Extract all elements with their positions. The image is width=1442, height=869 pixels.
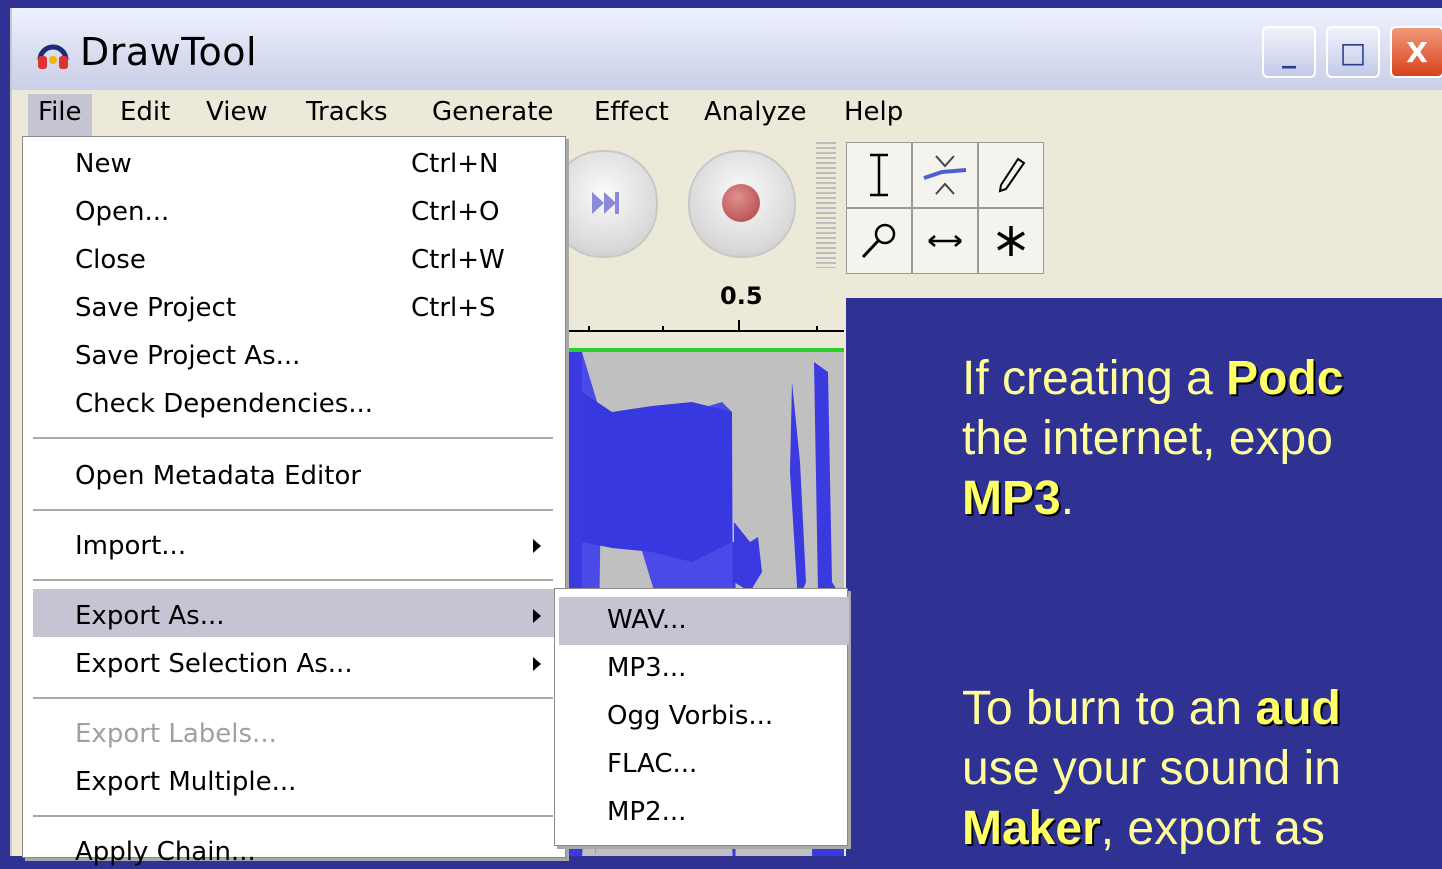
multi-tool-button[interactable] [978,208,1044,274]
menu-generate[interactable]: Generate [422,94,563,136]
menu-separator [33,437,553,440]
maximize-button[interactable]: □ [1326,26,1380,78]
record-button[interactable] [688,150,796,258]
menu-item-check-dependencies[interactable]: Check Dependencies... [75,387,373,421]
menu-separator [33,579,553,582]
menu-separator [33,697,553,700]
ruler-tick [588,326,590,332]
submenu-arrow-icon [533,609,541,623]
slide-bold-run: aud [1255,682,1341,735]
headphones-app-icon [37,44,69,69]
ruler-tick [816,326,818,332]
submenu-arrow-icon [533,539,541,553]
menu-item-export-multiple[interactable]: Export Multiple... [75,765,296,799]
menu-item-new[interactable]: New [75,147,132,181]
menu-item-open-metadata-editor[interactable]: Open Metadata Editor [75,459,361,493]
slide-bold-run: MP3 [962,472,1061,525]
file-menu-dropdown: New Ctrl+N Open... Ctrl+O Close Ctrl+W S… [22,136,566,867]
menu-item-import[interactable]: Import... [75,529,186,563]
export-as-submenu: WAV... MP3... Ogg Vorbis... FLAC... MP2.… [554,588,849,846]
zoom-tool-button[interactable] [846,208,912,274]
menu-item-save-project-as[interactable]: Save Project As... [75,339,300,373]
slide-line-5: use your sound in [962,742,1341,795]
envelope-icon [923,155,967,195]
slide-line-3: MP3. [962,470,1074,528]
wav-highlight [559,597,849,645]
shortcut-save-project: Ctrl+S [411,293,496,323]
submenu-item-mp3[interactable]: MP3... [607,651,686,685]
menu-item-open[interactable]: Open... [75,195,169,229]
draw-tool-button[interactable] [978,142,1044,208]
slide-text-run: To burn to an [962,682,1256,735]
selection-icon [870,153,888,197]
ruler-baseline [562,330,844,332]
menu-help[interactable]: Help [834,94,913,136]
slide-text-run: , export as [1100,802,1325,855]
slide-bold-run: Podc [1226,352,1344,405]
menu-edit[interactable]: Edit [110,94,180,136]
transport-toolbar [550,138,844,276]
slide-text-run: . [1060,472,1075,525]
magnifier-icon [861,223,896,259]
minimize-icon: _ [1282,35,1296,69]
menu-item-export-labels-disabled: Export Labels... [75,719,277,749]
menu-separator [33,509,553,512]
slide-line-6: Maker, export as [962,800,1325,858]
menu-item-export-as[interactable]: Export As... [75,599,225,633]
menu-separator [33,815,553,818]
menu-file[interactable]: File [28,94,92,136]
window-title: DrawTool [80,30,258,74]
shortcut-close: Ctrl+W [411,245,505,275]
ruler-tick-label: 0.5 [720,282,763,310]
slide-text-run: If creating a [962,352,1227,405]
toolbar-grip[interactable] [816,142,836,268]
slide-line-4: To burn to an aud [962,680,1341,738]
timeline-ruler[interactable]: 0.5 [562,276,844,346]
minimize-button[interactable]: _ [1262,26,1316,78]
submenu-item-mp2[interactable]: MP2... [607,795,686,829]
slide-line-2: the internet, expo [962,412,1333,465]
submenu-arrow-icon [533,657,541,671]
envelope-tool-button[interactable] [912,142,978,208]
menu-item-close[interactable]: Close [75,243,146,277]
maximize-icon: □ [1339,35,1367,69]
skip-to-end-button[interactable] [550,150,658,258]
tools-toolbar [844,138,1442,298]
menu-item-export-selection-as[interactable]: Export Selection As... [75,647,353,681]
menu-effect[interactable]: Effect [584,94,679,136]
menu-tracks[interactable]: Tracks [296,94,398,136]
timeshift-tool-button[interactable] [912,208,978,274]
menu-analyze[interactable]: Analyze [694,94,816,136]
close-icon: X [1406,35,1428,69]
ruler-tick [662,326,664,332]
submenu-item-flac[interactable]: FLAC... [607,747,697,781]
shortcut-new: Ctrl+N [411,149,499,179]
menu-view[interactable]: View [196,94,278,136]
menu-item-apply-chain[interactable]: Apply Chain... [75,835,256,869]
skip-end-icon [592,192,619,214]
record-icon [722,184,760,222]
selection-tool-button[interactable] [846,142,912,208]
menu-bar-right [844,90,1442,138]
multi-tool-icon [997,226,1025,256]
menu-item-save-project[interactable]: Save Project [75,291,236,325]
title-bar[interactable]: DrawTool [12,8,846,90]
shortcut-open: Ctrl+O [411,197,500,227]
submenu-item-wav[interactable]: WAV... [607,603,687,637]
ruler-tick [738,320,740,332]
submenu-item-ogg-vorbis[interactable]: Ogg Vorbis... [607,699,773,733]
pencil-icon [998,157,1026,193]
slide-bold-run: Maker [962,802,1101,855]
slide-line-1: If creating a Podc [962,350,1344,408]
close-button[interactable]: X [1390,26,1442,78]
timeshift-icon [928,235,962,247]
